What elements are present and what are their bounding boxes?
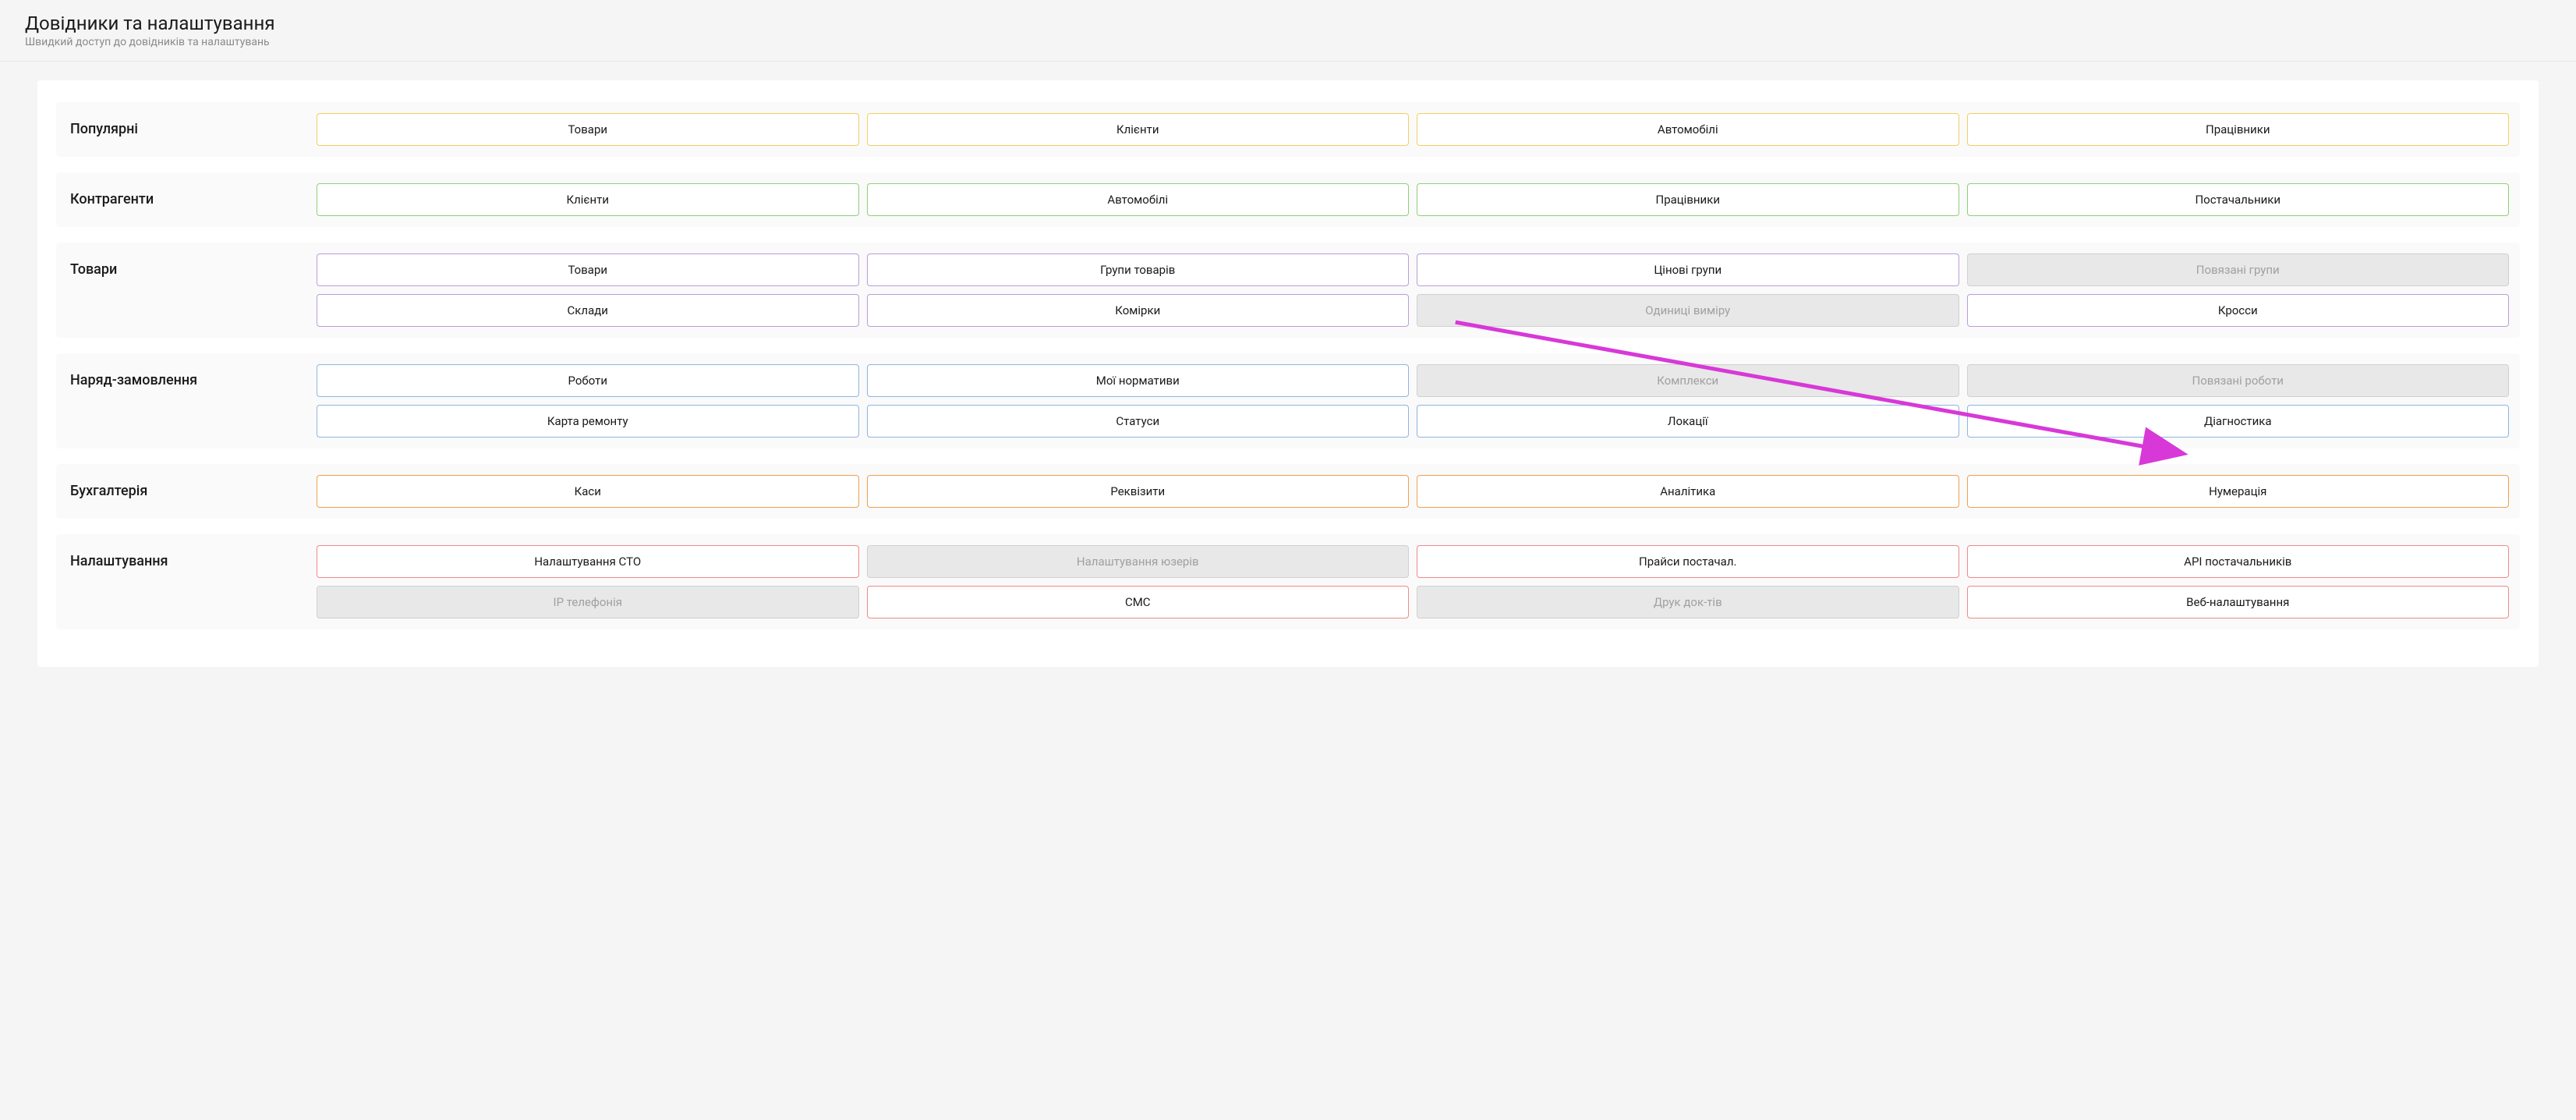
nav-button[interactable]: Склади [317, 294, 859, 327]
nav-button[interactable]: Товари [317, 113, 859, 146]
section: ПопулярніТовариКлієнтиАвтомобіліПрацівни… [56, 102, 2520, 157]
section-title: Популярні [67, 113, 317, 137]
main-panel: ПопулярніТовариКлієнтиАвтомобіліПрацівни… [37, 80, 2539, 667]
nav-button[interactable]: Товари [317, 253, 859, 286]
nav-button[interactable]: Групи товарів [867, 253, 1410, 286]
buttons-grid: КлієнтиАвтомобіліПрацівникиПостачальники [317, 183, 2509, 216]
buttons-grid: ТовариГрупи товарівЦінові групиПовязані … [317, 253, 2509, 327]
section: ТовариТовариГрупи товарівЦінові групиПов… [56, 243, 2520, 338]
buttons-grid: ТовариКлієнтиАвтомобіліПрацівники [317, 113, 2509, 146]
nav-button[interactable]: Реквізити [867, 475, 1410, 508]
nav-button: Повязані роботи [1967, 364, 2510, 397]
nav-button: Одиниці виміру [1417, 294, 1959, 327]
section: КонтрагентиКлієнтиАвтомобіліПрацівникиПо… [56, 172, 2520, 227]
nav-button[interactable]: Нумерація [1967, 475, 2510, 508]
nav-button: IP телефонія [317, 586, 859, 618]
nav-button[interactable]: Комірки [867, 294, 1410, 327]
nav-button[interactable]: Прайси постачал. [1417, 545, 1959, 578]
nav-button[interactable]: Веб-налаштування [1967, 586, 2510, 618]
section-title: Товари [67, 253, 317, 278]
section: БухгалтеріяКасиРеквізитиАналітикаНумерац… [56, 464, 2520, 519]
nav-button[interactable]: Карта ремонту [317, 405, 859, 438]
nav-button: Налаштування юзерів [867, 545, 1410, 578]
buttons-grid: Налаштування СТОНалаштування юзерівПрайс… [317, 545, 2509, 618]
nav-button[interactable]: Автомобілі [1417, 113, 1959, 146]
nav-button: Комплекси [1417, 364, 1959, 397]
page-subtitle: Швидкий доступ до довідників та налаштув… [25, 36, 2551, 48]
nav-button[interactable]: Локації [1417, 405, 1959, 438]
section-title: Наряд-замовлення [67, 364, 317, 388]
section-title: Контрагенти [67, 183, 317, 207]
nav-button: Друк док-тів [1417, 586, 1959, 618]
nav-button: Повязані групи [1967, 253, 2510, 286]
nav-button[interactable]: API постачальників [1967, 545, 2510, 578]
nav-button[interactable]: Працівники [1417, 183, 1959, 216]
nav-button[interactable]: Автомобілі [867, 183, 1410, 216]
nav-button[interactable]: Налаштування СТО [317, 545, 859, 578]
section: Наряд-замовленняРоботиМої нормативиКомпл… [56, 353, 2520, 448]
page-header: Довідники та налаштування Швидкий доступ… [0, 0, 2576, 62]
page-title: Довідники та налаштування [25, 12, 2551, 34]
nav-button[interactable]: Статуси [867, 405, 1410, 438]
section-title: Бухгалтерія [67, 475, 317, 499]
buttons-grid: КасиРеквізитиАналітикаНумерація [317, 475, 2509, 508]
nav-button[interactable]: Діагностика [1967, 405, 2510, 438]
nav-button[interactable]: Працівники [1967, 113, 2510, 146]
section: НалаштуванняНалаштування СТОНалаштування… [56, 534, 2520, 629]
nav-button[interactable]: Цінові групи [1417, 253, 1959, 286]
nav-button[interactable]: Клієнти [317, 183, 859, 216]
content-wrapper: ПопулярніТовариКлієнтиАвтомобіліПрацівни… [0, 62, 2576, 686]
buttons-grid: РоботиМої нормативиКомплексиПовязані роб… [317, 364, 2509, 438]
nav-button[interactable]: Роботи [317, 364, 859, 397]
nav-button[interactable]: СМС [867, 586, 1410, 618]
page-container: Довідники та налаштування Швидкий доступ… [0, 0, 2576, 686]
nav-button[interactable]: Аналітика [1417, 475, 1959, 508]
nav-button[interactable]: Клієнти [867, 113, 1410, 146]
section-title: Налаштування [67, 545, 317, 569]
nav-button[interactable]: Каси [317, 475, 859, 508]
nav-button[interactable]: Кросси [1967, 294, 2510, 327]
nav-button[interactable]: Мої нормативи [867, 364, 1410, 397]
nav-button[interactable]: Постачальники [1967, 183, 2510, 216]
